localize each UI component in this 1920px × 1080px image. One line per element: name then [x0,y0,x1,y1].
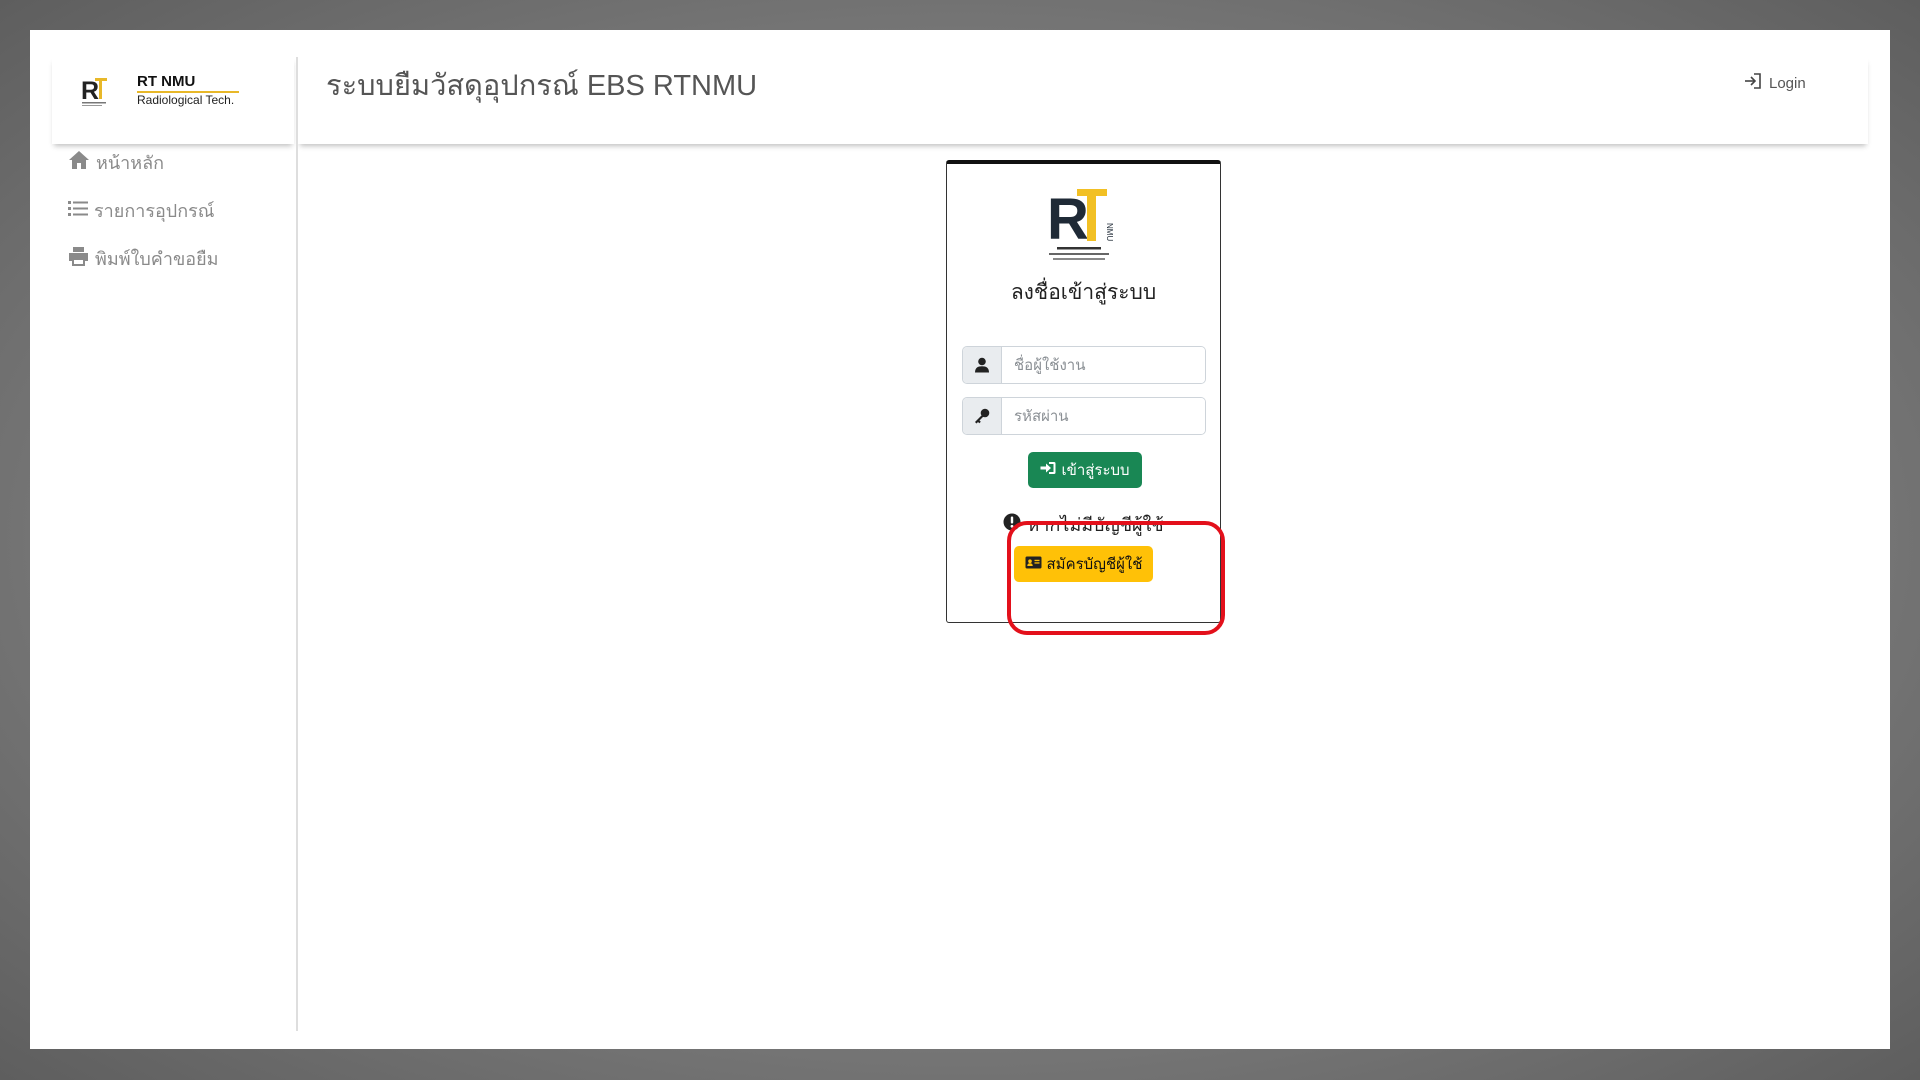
username-input[interactable] [1002,347,1205,383]
svg-text:R: R [1047,187,1089,252]
svg-text:NMU: NMU [1105,223,1114,241]
login-link[interactable]: Login [1743,72,1806,94]
list-icon [68,199,88,222]
login-button-label: เข้าสู่ระบบ [1061,462,1130,479]
sidebar-nav: หน้าหลัก รายการอุปกรณ์ พิมพ์ใบคำขอยืม [68,138,219,282]
id-card-icon [1025,556,1042,573]
user-icon [963,347,1002,383]
exclamation-circle-icon [1003,513,1021,536]
rt-nmu-logo-icon: R NMU [1045,187,1121,273]
register-button-label: สมัครบัญชีผู้ใช้ [1046,556,1143,573]
app-window: R RT NMU Radiological Tech. ระบบยืมวัสดุ… [30,30,1890,1049]
sign-in-icon [1040,461,1056,479]
home-icon [68,150,90,175]
page-title: ระบบยืมวัสดุอุปกรณ์ EBS RTNMU [326,70,758,102]
no-account-notice: หากไม่มีบัญชีผู้ใช้ [947,510,1220,539]
key-icon [963,398,1002,434]
login-heading: ลงชื่อเข้าสู่ระบบ [1010,281,1157,304]
printer-icon [68,246,89,271]
username-input-group [962,346,1206,384]
login-card: R NMU ลงชื่อเข้าสู่ระบบ ชื่อผู้ใช้งาน เข… [946,160,1221,623]
sidebar-item-label: พิมพ์ใบคำขอยืม [95,248,219,269]
sidebar-item-print-form[interactable]: พิมพ์ใบคำขอยืม [68,234,219,282]
brand-title: RT NMU [137,73,196,90]
brand-logo-icon: R [81,74,111,112]
svg-text:R: R [81,77,99,105]
password-input-group [962,397,1206,435]
login-link-label: Login [1769,74,1806,92]
sidebar-item-label: หน้าหลัก [96,152,165,173]
register-button[interactable]: สมัครบัญชีผู้ใช้ [1014,546,1153,582]
no-account-label: หากไม่มีบัญชีผู้ใช้ [1027,515,1164,535]
login-button[interactable]: เข้าสู่ระบบ [1028,452,1142,488]
sign-in-icon [1743,72,1763,94]
sidebar-divider [296,57,298,1031]
sidebar-item-equipment-list[interactable]: รายการอุปกรณ์ [68,186,219,234]
sidebar-item-label: รายการอุปกรณ์ [94,200,215,221]
brand-subtitle: Radiological Tech. [137,93,235,107]
password-input[interactable] [1002,398,1205,434]
sidebar-item-home[interactable]: หน้าหลัก [68,138,219,186]
